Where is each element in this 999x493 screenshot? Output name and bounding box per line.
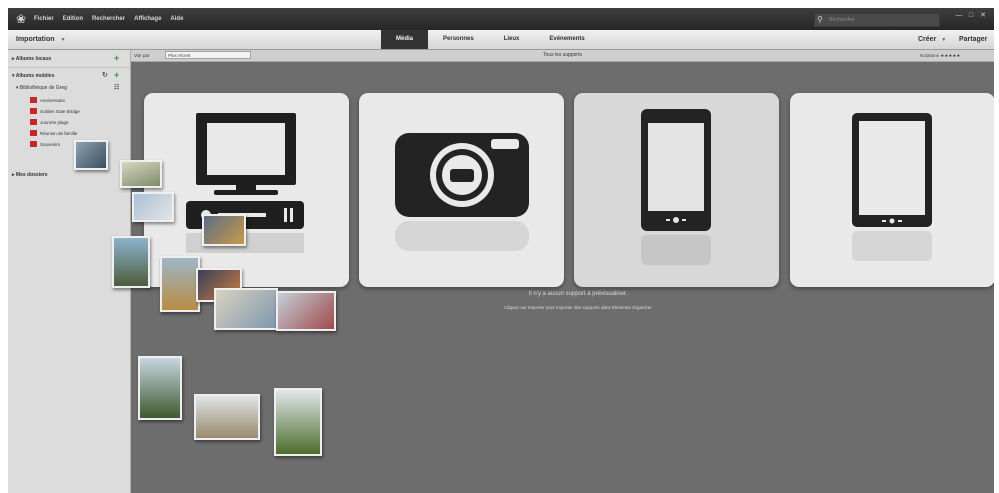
tablet-icon	[852, 113, 932, 261]
chevron-down-icon: ▼	[941, 37, 947, 43]
create-button[interactable]: Créer ▼	[918, 30, 946, 50]
photo-thumbnail[interactable]	[74, 140, 108, 170]
view-by-select[interactable]: Plus récent	[165, 51, 251, 59]
menu-view[interactable]: Affichage	[134, 16, 161, 22]
search-placeholder: Rechercher	[829, 17, 855, 23]
chevron-down-icon: ▼	[60, 37, 66, 43]
sidebar-library[interactable]: ▾ Bibliothèque de Greg	[16, 85, 67, 91]
share-label: Partager	[959, 36, 988, 43]
camera-icon	[395, 133, 529, 251]
menu-bar: ❀ Fichier Edition Rechercher Affichage A…	[8, 8, 994, 30]
minimize-icon[interactable]: —	[955, 12, 963, 20]
empty-message: Il n'y a aucun support à prévisualiser.	[528, 291, 628, 297]
expand-arrow-icon: ▾	[12, 73, 15, 79]
photo-thumbnail[interactable]	[214, 288, 278, 330]
smartphone-icon	[641, 109, 711, 265]
device-card-camera[interactable]	[359, 93, 564, 287]
menu-search[interactable]: Rechercher	[92, 16, 125, 22]
view-by-value: Plus récent	[168, 53, 191, 58]
share-library-icon[interactable]: ☷	[114, 84, 119, 93]
tab-places[interactable]: Lieux	[489, 30, 535, 49]
main-toolbar: Importation ▼ Média Personnes Lieux Evén…	[8, 30, 994, 50]
app-logo-icon: ❀	[15, 12, 27, 26]
view-tabs: Média Personnes Lieux Evénements	[381, 30, 600, 49]
menu-edit[interactable]: Edition	[63, 16, 83, 22]
search-icon: ⚲	[817, 15, 823, 24]
album-label: Anniversaire	[40, 97, 66, 103]
add-album-icon[interactable]: +	[114, 54, 119, 63]
import-label: Importation	[16, 36, 55, 43]
sidebar-local-albums-label: Albums locaux	[15, 56, 52, 62]
album-label: Journée plage	[40, 119, 69, 125]
device-card-tablet[interactable]	[790, 93, 994, 287]
sidebar-folders-label: Mes dossiers	[15, 172, 48, 178]
album-icon	[30, 97, 37, 103]
album-label: Golden Gate Bridge	[40, 108, 80, 114]
tab-events[interactable]: Evénements	[534, 30, 599, 49]
import-button[interactable]: Importation ▼	[16, 30, 65, 49]
window-controls: — □ ✕	[955, 12, 987, 20]
sync-icon[interactable]: ↻	[102, 71, 108, 80]
album-item[interactable]: Réunion de famille	[30, 129, 77, 137]
album-label: Réunion de famille	[40, 130, 78, 136]
sidebar-folders[interactable]: ▸ Mes dossiers	[12, 172, 48, 178]
photo-thumbnail[interactable]	[120, 160, 162, 188]
expand-arrow-icon: ▸	[12, 172, 15, 178]
photo-thumbnail[interactable]	[112, 236, 150, 288]
photo-thumbnail[interactable]	[274, 388, 322, 456]
rating-filter[interactable]: Notations ★★★★★	[920, 50, 960, 61]
photo-thumbnail[interactable]	[132, 192, 174, 222]
share-button[interactable]: Partager	[959, 30, 987, 49]
media-title: Tous les supports	[543, 52, 582, 58]
sidebar-mobile-albums[interactable]: ▾ Albums mobiles	[12, 73, 54, 79]
tab-media[interactable]: Média	[381, 30, 429, 49]
maximize-icon[interactable]: □	[967, 12, 975, 20]
rating-label: Notations	[920, 53, 940, 58]
import-hint: Cliquez sur Importer pour importer des s…	[504, 305, 652, 310]
album-icon	[30, 141, 37, 147]
sidebar-local-albums[interactable]: ▸ Albums locaux	[12, 56, 51, 62]
album-item[interactable]: Golden Gate Bridge	[30, 107, 80, 115]
sidebar-mobile-albums-label: Albums mobiles	[15, 73, 55, 79]
menu-file[interactable]: Fichier	[34, 16, 54, 22]
device-card-smartphone[interactable]	[574, 93, 779, 287]
app-window: ❀ Fichier Edition Rechercher Affichage A…	[8, 8, 994, 493]
photo-thumbnail[interactable]	[276, 291, 336, 331]
rating-stars-icon: ★★★★★	[940, 53, 961, 58]
expand-arrow-icon: ▾	[16, 85, 19, 91]
close-icon[interactable]: ✕	[979, 12, 987, 20]
view-by-label: Voir par	[134, 53, 150, 58]
search-input[interactable]: ⚲ Rechercher	[814, 13, 940, 27]
photo-thumbnail[interactable]	[160, 256, 200, 312]
sidebar-divider	[8, 67, 130, 68]
album-item[interactable]: Souvenirs	[30, 140, 60, 148]
create-label: Créer	[918, 36, 937, 43]
expand-arrow-icon: ▸	[12, 56, 15, 62]
album-label: Souvenirs	[40, 141, 61, 147]
tab-people[interactable]: Personnes	[428, 30, 489, 49]
menu: Fichier Edition Rechercher Affichage Aid…	[34, 8, 183, 30]
album-icon	[30, 130, 37, 136]
photo-thumbnail[interactable]	[138, 356, 182, 420]
album-icon	[30, 108, 37, 114]
view-bar: Tous les supports Voir par Plus récent N…	[131, 50, 994, 62]
add-mobile-album-icon[interactable]: +	[114, 71, 119, 80]
album-item[interactable]: Anniversaire	[30, 96, 65, 104]
album-icon	[30, 119, 37, 125]
sidebar-library-label: Bibliothèque de Greg	[19, 85, 67, 91]
album-item[interactable]: Journée plage	[30, 118, 69, 126]
photo-thumbnail[interactable]	[202, 214, 246, 246]
photo-thumbnail[interactable]	[194, 394, 260, 440]
menu-help[interactable]: Aide	[170, 16, 183, 22]
